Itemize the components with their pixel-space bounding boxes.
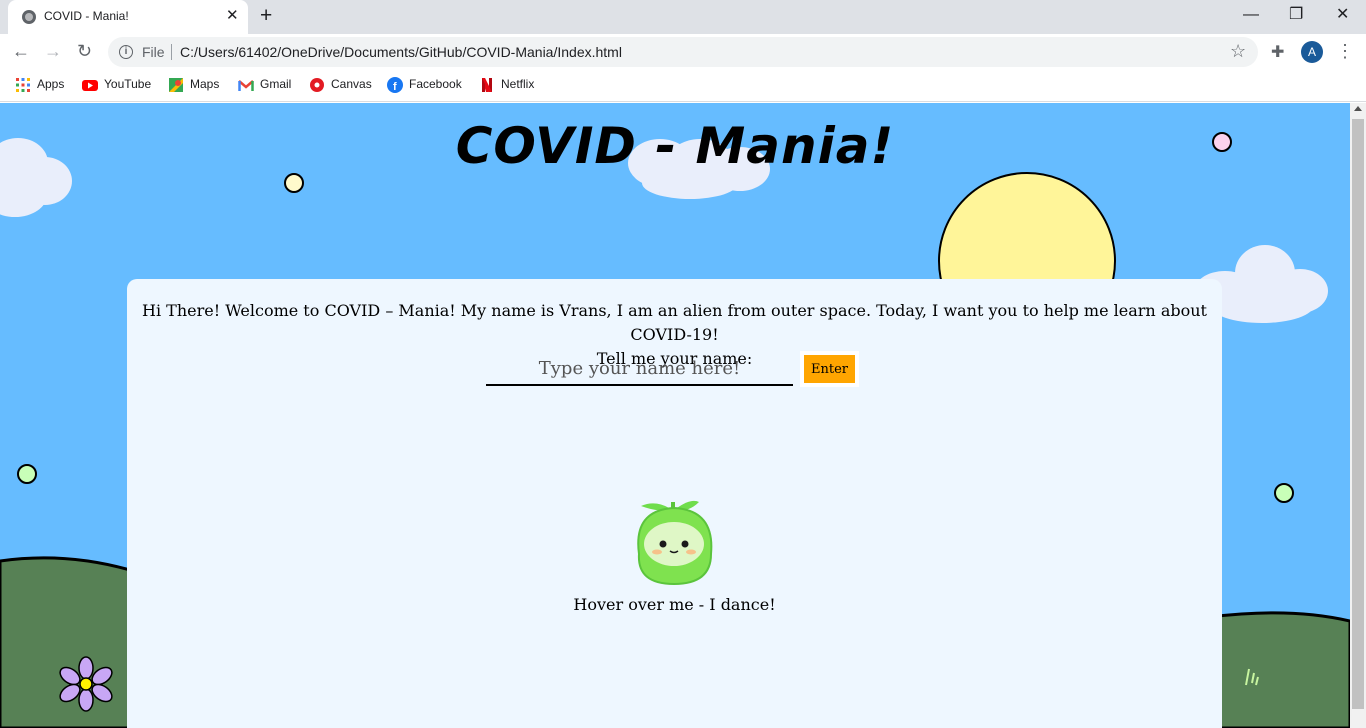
bubble: [284, 173, 304, 193]
canvas-icon: [310, 78, 324, 92]
bookmark-label: Apps: [37, 77, 65, 91]
bubble: [17, 464, 37, 484]
bookmark-star-icon[interactable]: ☆: [1230, 41, 1246, 62]
tab-title: COVID - Mania!: [44, 9, 129, 23]
restore-icon[interactable]: ❐: [1289, 6, 1303, 24]
globe-icon: [22, 10, 36, 24]
close-tab-icon[interactable]: ✕: [226, 7, 239, 25]
profile-avatar[interactable]: A: [1301, 41, 1323, 63]
gmail-icon: [238, 80, 254, 91]
alien-mascot[interactable]: [629, 492, 719, 588]
bookmark-label: YouTube: [104, 77, 152, 91]
reload-icon[interactable]: ↻: [77, 41, 92, 61]
close-window-icon[interactable]: ✕: [1336, 6, 1349, 24]
maps-icon: [169, 78, 183, 92]
bookmark-label: Netflix: [501, 77, 535, 91]
browser-toolbar: ← → ↻ i File C:/Users/61402/OneDrive/Doc…: [0, 34, 1366, 70]
scroll-thumb[interactable]: [1352, 119, 1364, 709]
address-divider: [171, 44, 172, 60]
youtube-icon: [82, 80, 98, 91]
bubble: [1274, 483, 1294, 503]
enter-button[interactable]: Enter: [800, 351, 859, 387]
apps-grid-icon: [16, 78, 30, 92]
name-input[interactable]: [486, 352, 793, 386]
page-title: COVID - Mania!: [455, 117, 895, 175]
left-hill: [0, 556, 142, 728]
bookmark-label: Maps: [190, 77, 220, 91]
svg-text:f: f: [393, 81, 397, 93]
scroll-up-arrow-icon[interactable]: [1354, 106, 1362, 111]
bookmark-label: Facebook: [409, 77, 462, 91]
address-bar[interactable]: i File C:/Users/61402/OneDrive/Documents…: [108, 37, 1258, 67]
forward-arrow-icon[interactable]: →: [44, 41, 62, 61]
back-arrow-icon[interactable]: ←: [12, 41, 30, 61]
bookmark-label: Gmail: [260, 77, 292, 91]
facebook-icon: f: [387, 77, 403, 93]
netflix-icon: [482, 78, 492, 92]
bookmarks-bar: Apps YouTube Maps Gmail Canvas f Faceboo…: [0, 70, 1366, 102]
bookmark-label: Canvas: [331, 77, 372, 91]
page-scrollbar[interactable]: [1350, 103, 1366, 728]
info-icon[interactable]: i: [119, 45, 133, 59]
browser-tab[interactable]: COVID - Mania! ✕: [8, 0, 248, 34]
new-tab-button[interactable]: +: [260, 5, 272, 27]
browser-menu-icon[interactable]: ⋮: [1336, 41, 1354, 61]
page-viewport: COVID - Mania! Hi There! Welcome to COVI…: [0, 103, 1350, 728]
url-text[interactable]: C:/Users/61402/OneDrive/Documents/GitHub…: [180, 44, 622, 60]
scheme-label: File: [142, 44, 165, 60]
hover-caption: Hover over me - I dance!: [573, 595, 776, 614]
minimize-icon[interactable]: —: [1243, 6, 1259, 24]
tab-strip: COVID - Mania! ✕ + — ❐ ✕: [0, 0, 1366, 34]
welcome-text: Hi There! Welcome to COVID – Mania! My n…: [142, 301, 1207, 344]
extensions-icon[interactable]: ✚: [1271, 42, 1284, 62]
right-hill: [1208, 611, 1350, 728]
content-panel: Hi There! Welcome to COVID – Mania! My n…: [127, 279, 1222, 728]
